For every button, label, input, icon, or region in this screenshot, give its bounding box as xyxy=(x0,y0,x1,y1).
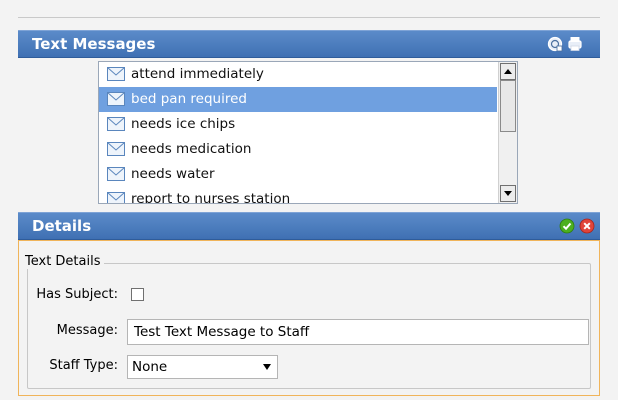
details-title: Details xyxy=(32,217,92,235)
envelope-icon xyxy=(107,142,125,156)
message-list-item[interactable]: needs water xyxy=(99,162,517,187)
envelope-icon xyxy=(107,167,125,181)
envelope-icon xyxy=(107,192,125,203)
staff-type-value: None xyxy=(132,359,168,375)
scroll-up-button[interactable] xyxy=(500,63,516,80)
print-icon[interactable] xyxy=(567,36,583,52)
staff-type-label: Staff Type: xyxy=(49,358,118,373)
details-header: Details xyxy=(18,212,600,240)
envelope-icon xyxy=(107,117,125,131)
envelope-icon xyxy=(107,67,125,81)
scroll-down-arrow-icon xyxy=(504,191,512,196)
confirm-icon[interactable] xyxy=(559,218,575,234)
message-list-item[interactable]: bed pan required xyxy=(99,87,497,112)
chevron-down-icon xyxy=(263,364,271,370)
message-list-item[interactable]: needs medication xyxy=(99,137,517,162)
has-subject-label: Has Subject: xyxy=(36,287,118,302)
message-list-item-label: bed pan required xyxy=(131,91,247,107)
scroll-thumb[interactable] xyxy=(500,80,516,132)
add-icon[interactable] xyxy=(547,36,563,52)
text-messages-header: Text Messages xyxy=(18,30,600,58)
message-label: Message: xyxy=(56,323,118,338)
message-list-item-label: needs medication xyxy=(131,141,252,157)
message-list-item-label: needs ice chips xyxy=(131,116,236,132)
message-list-item[interactable]: attend immediately xyxy=(99,62,517,87)
staff-type-select[interactable]: None xyxy=(127,355,278,379)
has-subject-checkbox[interactable] xyxy=(131,288,144,301)
scroll-down-button[interactable] xyxy=(500,185,516,202)
message-list-item-label: needs water xyxy=(131,166,215,182)
message-list[interactable]: attend immediately bed pan required needs … xyxy=(98,61,518,204)
scroll-up-arrow-icon xyxy=(504,69,512,74)
message-list-item[interactable]: report to nurses station xyxy=(99,187,517,204)
cancel-icon[interactable] xyxy=(579,218,595,234)
message-list-item-label: report to nurses station xyxy=(131,191,291,204)
list-scrollbar[interactable] xyxy=(498,62,517,203)
message-list-item[interactable]: needs ice chips xyxy=(99,112,517,137)
message-input[interactable]: Test Text Message to Staff xyxy=(127,319,589,345)
text-messages-title: Text Messages xyxy=(32,35,156,53)
text-details-legend: Text Details xyxy=(22,254,104,269)
envelope-icon xyxy=(107,92,125,106)
top-divider xyxy=(18,17,600,18)
message-list-item-label: attend immediately xyxy=(131,66,264,82)
